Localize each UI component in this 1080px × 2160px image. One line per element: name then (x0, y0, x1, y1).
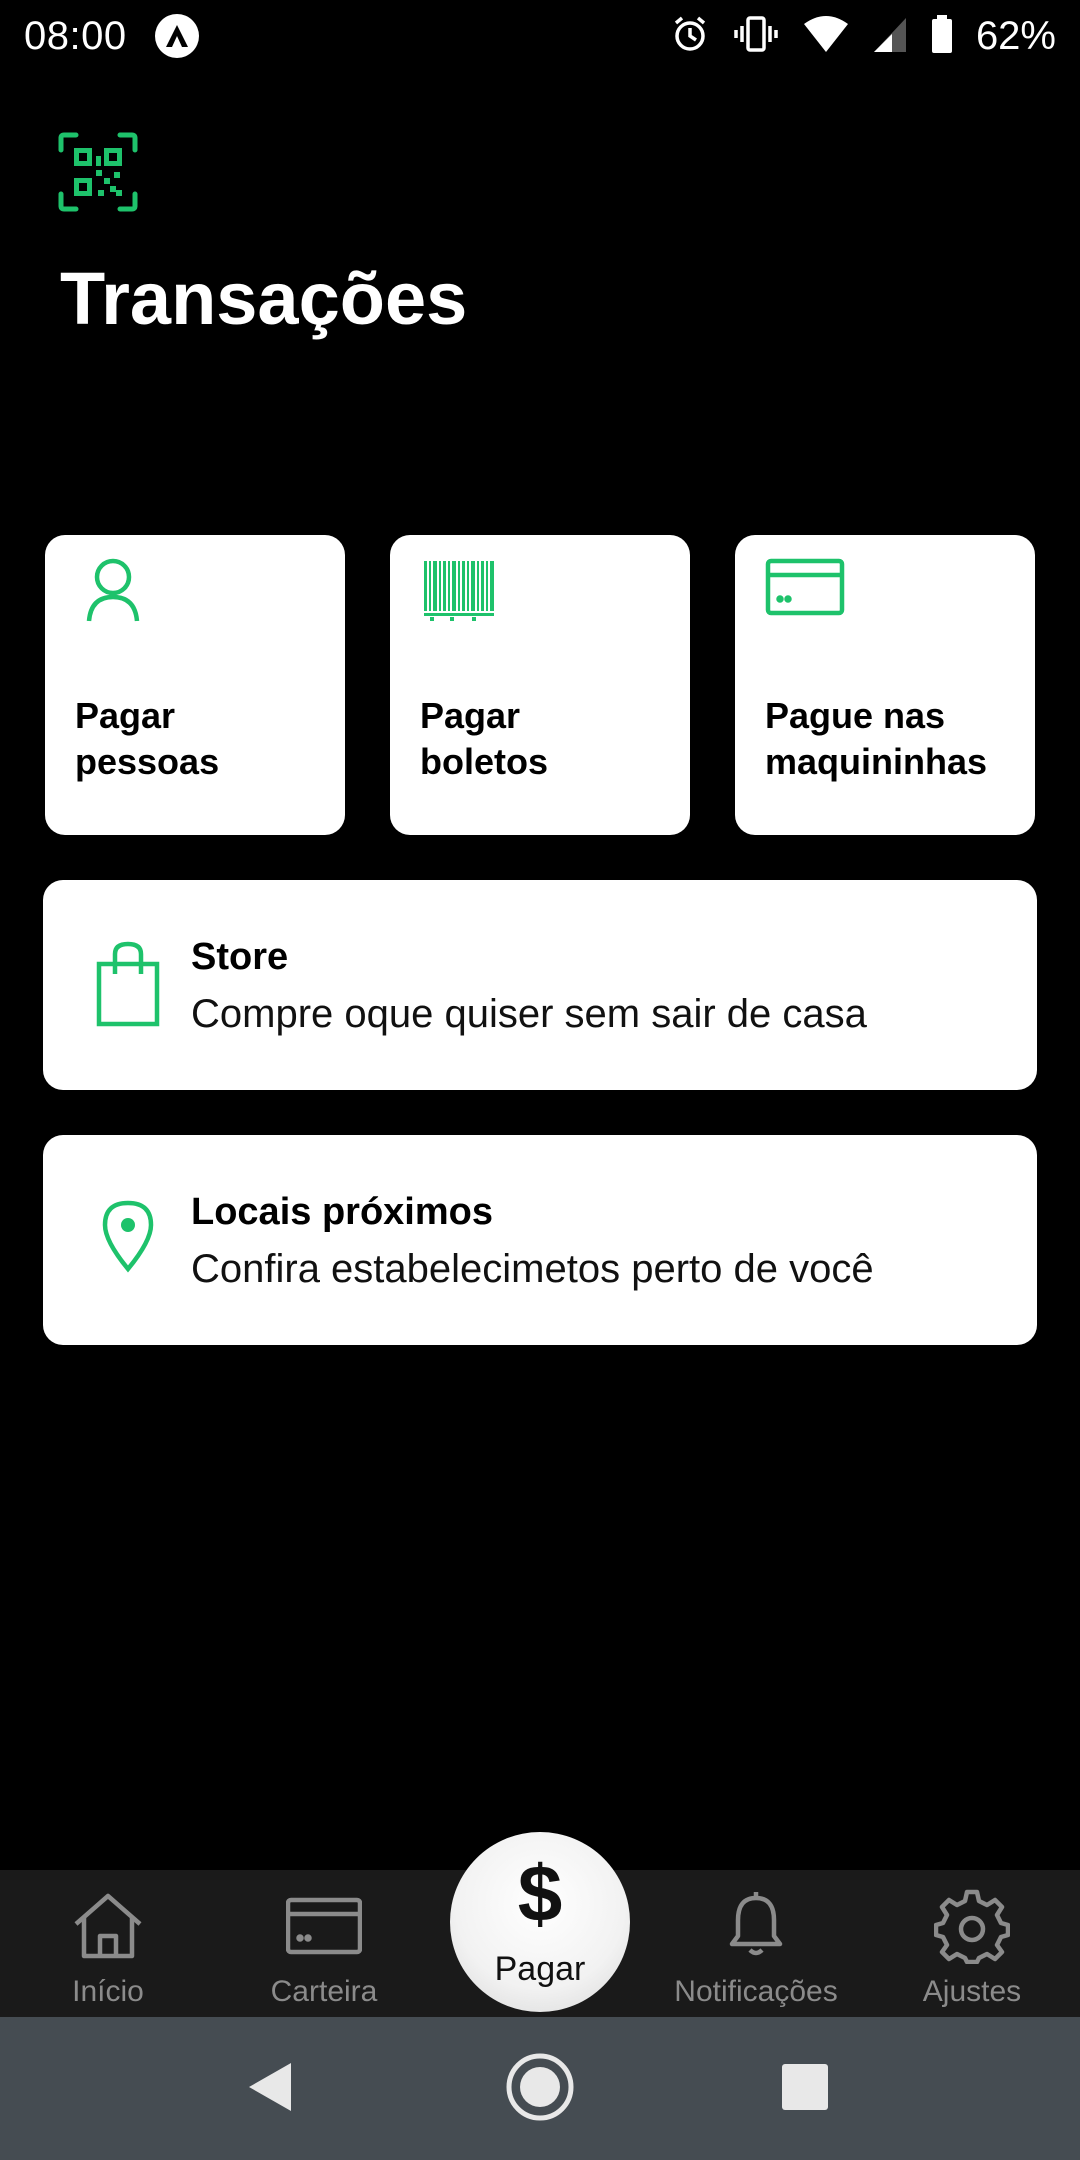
tile-label-line1: Pague nas (765, 695, 946, 736)
location-pin-icon (95, 1195, 175, 1285)
dollar-icon: $ (517, 1849, 563, 1938)
tile-pague-maquininhas[interactable]: Pague nas maquininhas (735, 535, 1035, 835)
nav-label: Ajustes (922, 1975, 1022, 2008)
bell-icon (718, 1888, 794, 1964)
nav-label: Notificações (674, 1975, 838, 2008)
tile-label-line2: boletos (420, 741, 549, 782)
battery-icon (930, 14, 954, 59)
status-bar: 08:00 62% (0, 0, 1080, 72)
nav-label: Início (72, 1975, 144, 2008)
gear-icon (933, 1888, 1011, 1965)
nav-label: Carteira (270, 1975, 378, 2008)
pay-button[interactable]: $ Pagar (450, 1832, 630, 2012)
card-title: Locais próximos (191, 1191, 493, 1233)
store-card[interactable]: Store Compre oque quiser sem sair de cas… (43, 880, 1037, 1090)
system-navigation-bar (0, 2017, 1080, 2160)
pay-label: Pagar (494, 1950, 586, 1988)
status-time: 08:00 (24, 13, 127, 58)
nav-item-inicio[interactable]: Início (8, 1870, 208, 2017)
back-icon[interactable] (230, 2047, 310, 2127)
card-subtitle: Confira estabelecimetos perto de você (191, 1247, 874, 1291)
recents-icon[interactable] (765, 2047, 845, 2127)
barcode-icon (420, 555, 500, 635)
home-circle-icon[interactable] (500, 2047, 580, 2127)
wallet-card-icon (285, 1888, 363, 1964)
wifi-icon (802, 14, 850, 59)
tile-label: Pague nas maquininhas (765, 693, 1015, 785)
status-icons: 62% (670, 14, 1056, 59)
tile-label-line1: Pagar (420, 695, 521, 736)
nav-item-notificacoes[interactable]: Notificações (656, 1870, 856, 2017)
battery-percent: 62% (975, 13, 1056, 58)
tile-pagar-pessoas[interactable]: Pagar pessoas (45, 535, 345, 835)
locais-proximos-card[interactable]: Locais próximos Confira estabelecimetos … (43, 1135, 1037, 1345)
qr-code-scan-icon[interactable] (58, 132, 138, 212)
nav-item-ajustes[interactable]: Ajustes (872, 1870, 1072, 2017)
cell-signal-icon (872, 14, 908, 59)
person-icon (75, 555, 155, 635)
card-icon (765, 555, 845, 635)
card-subtitle: Compre oque quiser sem sair de casa (191, 992, 867, 1036)
tile-pagar-boletos[interactable]: Pagar boletos (390, 535, 690, 835)
tile-label: Pagar boletos (420, 693, 670, 785)
card-title: Store (191, 936, 289, 978)
home-icon (70, 1888, 146, 1964)
shopping-bag-icon (95, 940, 175, 1030)
tile-label-line1: Pagar (75, 695, 176, 736)
tile-label-line2: pessoas (75, 741, 220, 782)
tile-label-line2: maquininhas (765, 741, 988, 782)
page-title: Transações (60, 257, 468, 340)
nav-item-carteira[interactable]: Carteira (224, 1870, 424, 2017)
app-notification-icon (154, 14, 199, 58)
tile-label: Pagar pessoas (75, 693, 325, 785)
alarm-icon (670, 14, 710, 59)
vibrate-icon (732, 14, 780, 59)
